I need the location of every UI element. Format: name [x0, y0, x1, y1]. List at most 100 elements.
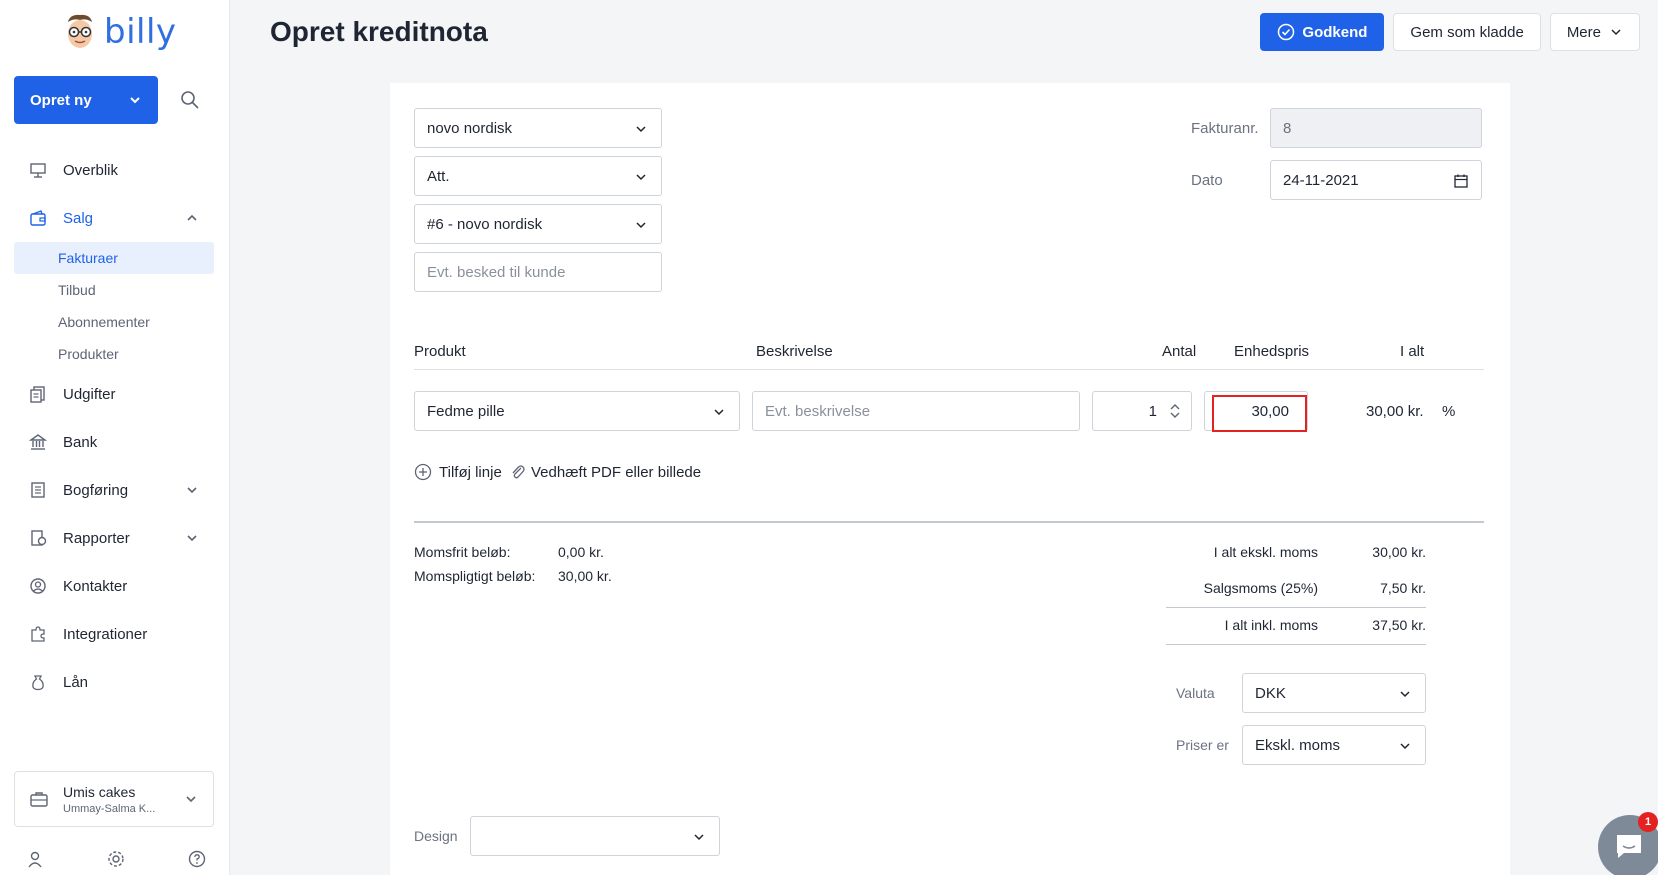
puzzle-icon	[28, 624, 48, 644]
search-icon[interactable]	[180, 90, 200, 110]
prices-value: Ekskl. moms	[1255, 736, 1341, 754]
total-incl-vat-label: I alt inkl. moms	[1224, 617, 1318, 633]
sidebar-sub-fakturaer[interactable]: Fakturaer	[14, 242, 214, 274]
highlight-box	[1212, 395, 1307, 432]
contact-icon	[28, 576, 48, 596]
sidebar-sub-produkter[interactable]: Produkter	[14, 338, 214, 370]
nav-item-overblik[interactable]: Overblik	[14, 146, 214, 194]
sales-vat-label: Salgsmoms (25%)	[1203, 580, 1318, 596]
nav-label: Overblik	[63, 161, 119, 179]
nav-item-bank[interactable]: Bank	[14, 418, 214, 466]
billy-logo[interactable]: billy	[62, 12, 177, 52]
gear-icon[interactable]	[107, 850, 125, 868]
nav-label: Udgifter	[63, 385, 116, 403]
attach-file-label: Vedhæft PDF eller billede	[531, 463, 702, 481]
chat-notification-badge: 1	[1638, 812, 1658, 832]
product-select[interactable]: Fedme pille	[414, 391, 740, 431]
customer-message-placeholder: Evt. besked til kunde	[427, 263, 566, 281]
bank-icon	[28, 432, 48, 452]
chevron-down-icon	[187, 535, 197, 542]
currency-label: Valuta	[1176, 685, 1215, 701]
nav-label: Salg	[63, 209, 94, 227]
total-divider	[1166, 607, 1426, 608]
discount-percent-toggle[interactable]: %	[1442, 403, 1455, 420]
att-value: Att.	[427, 167, 450, 185]
att-select[interactable]: Att.	[414, 156, 662, 196]
date-value: 24-11-2021	[1283, 171, 1359, 189]
help-icon[interactable]	[188, 850, 206, 868]
wallet-icon	[28, 208, 48, 228]
chevron-down-icon	[187, 487, 197, 494]
chevron-up-icon	[187, 214, 197, 221]
sidebar-footer	[26, 850, 206, 868]
nav-item-udgifter[interactable]: Udgifter	[14, 370, 214, 418]
organization-user: Ummay-Salma K...	[63, 802, 156, 815]
currency-value: DKK	[1255, 684, 1286, 702]
create-new-button[interactable]: Opret ny	[14, 76, 158, 124]
more-button[interactable]: Mere	[1549, 13, 1640, 51]
design-select[interactable]	[470, 816, 720, 856]
column-header-product: Produkt	[414, 343, 466, 360]
line-description-placeholder: Evt. beskrivelse	[765, 402, 871, 420]
nav-item-lan[interactable]: Lån	[14, 658, 214, 706]
attach-file-button[interactable]: Vedhæft PDF eller billede	[510, 463, 701, 481]
save-draft-button[interactable]: Gem som kladde	[1393, 13, 1541, 51]
chat-icon	[1617, 835, 1641, 858]
credit-note-form: novo nordisk Att. #6 - novo nordisk Evt.…	[390, 83, 1510, 875]
prices-label: Priser er	[1176, 737, 1229, 753]
invoice-number-field: 8	[1270, 108, 1482, 148]
chevron-down-icon	[714, 409, 724, 416]
calendar-icon[interactable]	[1453, 173, 1469, 189]
header-actions: Godkend Gem som kladde Mere	[1260, 13, 1640, 51]
nav-label: Rapporter	[63, 529, 130, 547]
organization-name: Umis cakes	[63, 783, 136, 800]
chevron-down-icon	[1611, 29, 1621, 36]
chevron-down-icon	[1400, 691, 1410, 698]
add-line-button[interactable]: Tilføj linje	[414, 463, 502, 481]
customer-message-input[interactable]: Evt. besked til kunde	[414, 252, 662, 292]
header-divider	[414, 369, 1484, 370]
product-value: Fedme pille	[427, 402, 505, 420]
line-total: 30,00 kr.	[1366, 403, 1424, 420]
customer-select[interactable]: novo nordisk	[414, 108, 662, 148]
date-label: Dato	[1191, 172, 1223, 189]
sidebar-sub-tilbud[interactable]: Tilbud	[14, 274, 214, 306]
sales-vat-value: 7,50 kr.	[1380, 580, 1426, 596]
contact-select[interactable]: #6 - novo nordisk	[414, 204, 662, 244]
chevron-down-icon	[186, 796, 196, 803]
total-bottom-divider	[1166, 644, 1426, 645]
nav-item-kontakter[interactable]: Kontakter	[14, 562, 214, 610]
nav-item-rapporter[interactable]: Rapporter	[14, 514, 214, 562]
contact-value: #6 - novo nordisk	[427, 215, 543, 233]
nav-label: Bogføring	[63, 481, 129, 499]
nav-label: Bank	[63, 433, 98, 451]
money-bag-icon	[28, 672, 48, 692]
approve-button[interactable]: Godkend	[1260, 13, 1385, 51]
receipt-icon	[28, 384, 48, 404]
add-line-label: Tilføj linje	[439, 463, 502, 481]
date-input[interactable]: 24-11-2021	[1270, 160, 1482, 200]
nav-item-bogforing[interactable]: Bogføring	[14, 466, 214, 514]
nav-item-salg[interactable]: Salg	[14, 194, 214, 242]
chevron-down-icon	[694, 834, 704, 841]
organization-switcher[interactable]: Umis cakes Ummay-Salma K...	[14, 771, 214, 827]
approve-label: Godkend	[1302, 23, 1368, 41]
column-header-unit-price: Enhedspris	[1234, 343, 1310, 360]
sidebar-sub-abonnementer[interactable]: Abonnementer	[14, 306, 214, 338]
currency-select[interactable]: DKK	[1242, 673, 1426, 713]
logo-face-icon	[68, 14, 92, 48]
chevron-down-icon	[636, 222, 646, 229]
plus-circle-icon	[414, 463, 432, 481]
create-new-label: Opret ny	[30, 91, 92, 109]
stepper-arrows-icon[interactable]	[1169, 401, 1181, 421]
quantity-stepper[interactable]: 1	[1092, 391, 1192, 431]
prices-select[interactable]: Ekskl. moms	[1242, 725, 1426, 765]
line-description-input[interactable]: Evt. beskrivelse	[752, 391, 1080, 431]
total-incl-vat-value: 37,50 kr.	[1372, 617, 1426, 633]
page-title: Opret kreditnota	[270, 16, 488, 47]
vat-free-value: 0,00 kr.	[558, 544, 604, 560]
nav-item-integrationer[interactable]: Integrationer	[14, 610, 214, 658]
vat-liable-label: Momspligtigt beløb:	[414, 568, 536, 584]
monitor-icon	[28, 160, 48, 180]
user-icon[interactable]	[26, 850, 44, 868]
